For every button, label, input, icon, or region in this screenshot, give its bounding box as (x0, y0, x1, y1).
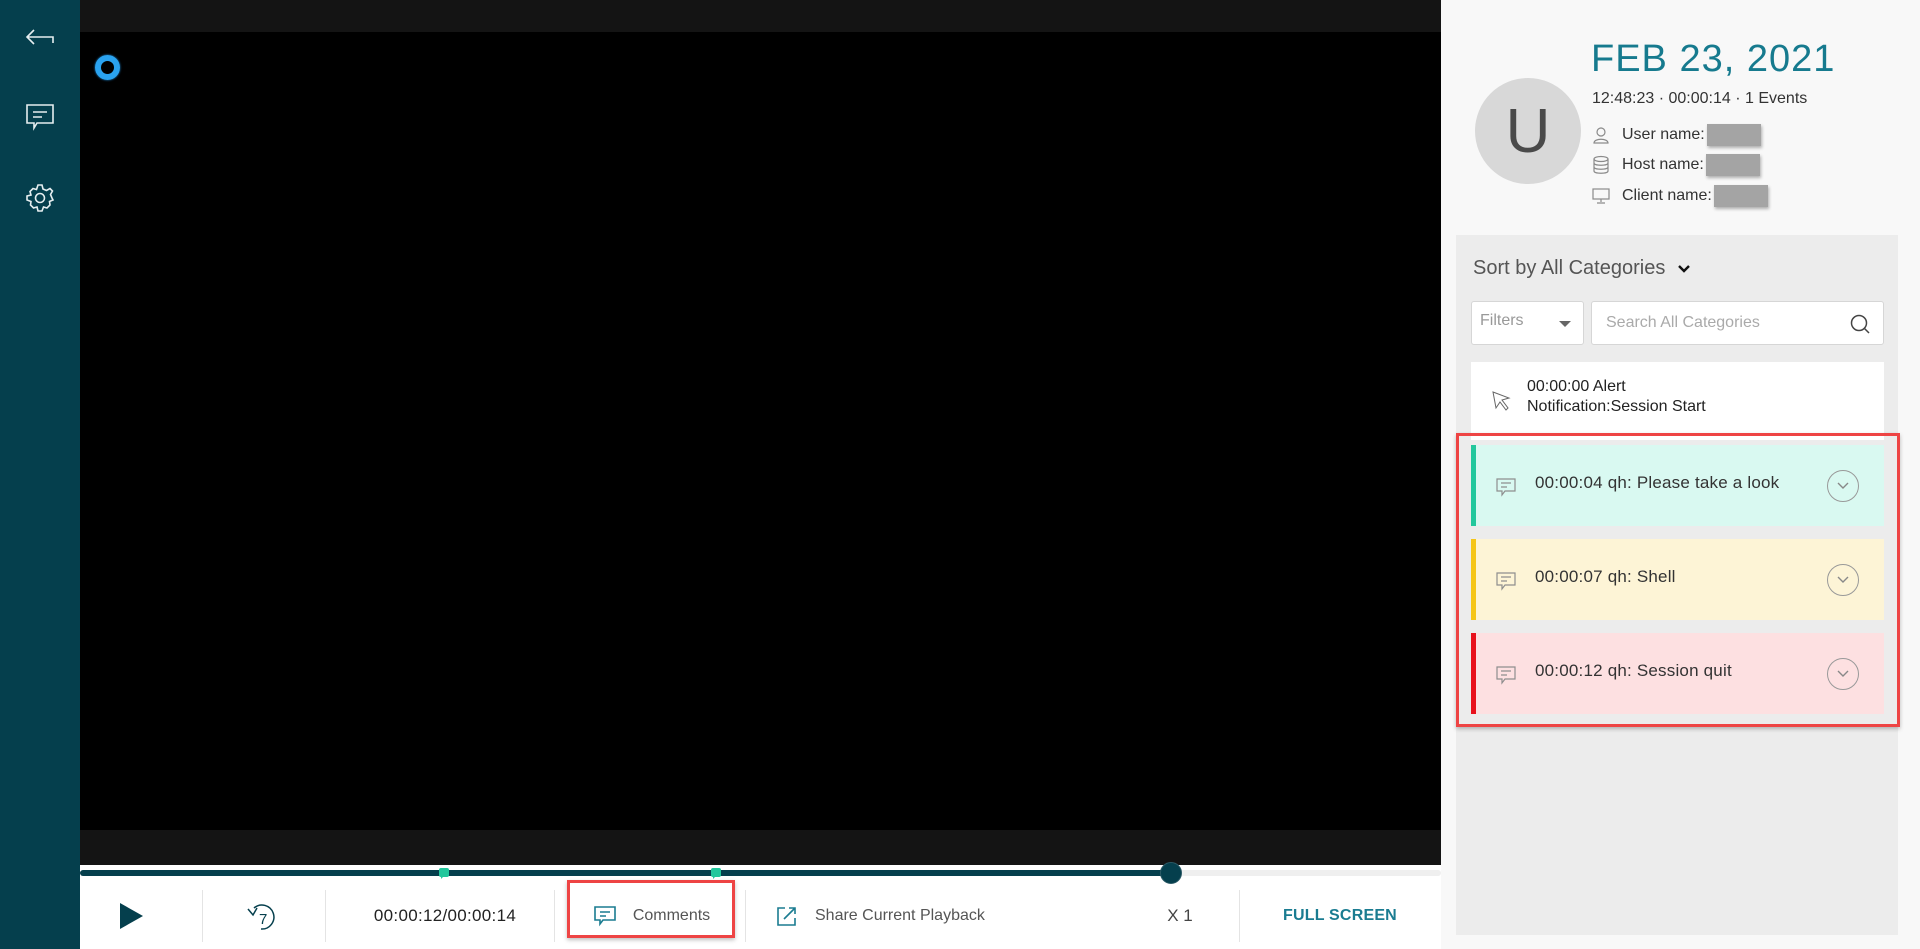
sort-dropdown[interactable]: Sort by All Categories (1473, 257, 1691, 280)
caret-down-icon (1559, 321, 1571, 327)
play-icon (120, 902, 143, 929)
playback-timeline[interactable] (80, 862, 1441, 884)
sort-label: Sort by All Categories (1473, 257, 1666, 279)
share-icon (777, 906, 796, 926)
comment-text: 00:00:07 qh: Shell (1535, 567, 1676, 586)
divider (554, 890, 555, 942)
playback-controls: 7 00:00:12/00:00:14 Comments Share Curre… (80, 880, 1441, 949)
divider (745, 890, 746, 942)
chevron-down-icon (1837, 670, 1849, 677)
expand-comment-button[interactable] (1827, 470, 1859, 502)
comment-icon (1496, 478, 1516, 497)
comment-icon (1496, 572, 1516, 591)
chevron-down-icon (1837, 576, 1849, 583)
avatar: U (1475, 78, 1581, 184)
comment-marker[interactable] (439, 868, 449, 879)
cursor-icon (1492, 391, 1511, 411)
video-top-bar (80, 0, 1441, 32)
expand-comment-button[interactable] (1827, 658, 1859, 690)
divider (1239, 890, 1240, 942)
comment-severity-bar (1471, 633, 1476, 714)
event-item[interactable]: 00:00:00 Alert Notification:Session Star… (1471, 362, 1884, 440)
session-date: FEB 23, 2021 (1591, 38, 1836, 80)
settings-button[interactable] (20, 178, 60, 218)
speed-button[interactable]: X 1 (1150, 882, 1210, 949)
redacted-user-name (1706, 124, 1761, 146)
fullscreen-label: FULL SCREEN (1283, 906, 1397, 924)
speed-label: X 1 (1167, 905, 1193, 925)
filters-dropdown[interactable]: Filters (1471, 301, 1584, 345)
host-name-label: Host name: (1622, 156, 1704, 173)
chevron-down-icon (1678, 264, 1691, 273)
svg-text:7: 7 (259, 911, 267, 928)
loading-spinner-icon (95, 55, 120, 80)
comment-text: 00:00:12 qh: Session quit (1535, 661, 1732, 680)
comment-item[interactable]: 00:00:12 qh: Session quit (1471, 633, 1884, 714)
share-playback-button[interactable]: Share Current Playback (775, 882, 1025, 949)
user-icon (1593, 127, 1609, 144)
client-name-label: Client name: (1622, 187, 1712, 204)
event-detail: Notification:Session Start (1527, 398, 1706, 415)
share-label: Share Current Playback (815, 906, 985, 924)
gear-icon (26, 184, 55, 212)
event-title: 00:00:00 Alert (1527, 378, 1626, 395)
time-display-text: 00:00:12/00:00:14 (373, 905, 517, 925)
divider (202, 890, 203, 942)
filters-label: Filters (1480, 312, 1524, 329)
back-arrow-icon (25, 29, 54, 45)
rewind-icon: 7 (247, 903, 275, 930)
comment-marker[interactable] (711, 868, 721, 879)
divider (325, 890, 326, 942)
redacted-host-name (1705, 154, 1760, 176)
search-box (1591, 301, 1884, 345)
user-name-label: User name: (1622, 126, 1705, 143)
session-meta: 12:48:23 · 00:00:14 · 1 Events (1592, 90, 1808, 107)
playback-player: 7 00:00:12/00:00:14 Comments Share Curre… (80, 0, 1441, 949)
search-input[interactable] (1592, 302, 1832, 344)
events-panel: Sort by All Categories Filters 00:00:00 … (1456, 235, 1900, 935)
session-playback-page: 7 00:00:12/00:00:14 Comments Share Curre… (0, 0, 1920, 949)
comment-severity-bar (1471, 445, 1476, 526)
comment-text: 00:00:04 qh: Please take a look (1535, 473, 1780, 492)
back-button[interactable] (20, 18, 60, 58)
comment-icon (1496, 666, 1516, 685)
host-name-row: Host name: (1592, 154, 1760, 176)
session-side-panel: U FEB 23, 2021 12:48:23 · 00:00:14 · 1 E… (1441, 0, 1920, 949)
comment-icon (594, 905, 616, 926)
play-button[interactable] (100, 882, 162, 949)
fullscreen-button[interactable]: FULL SCREEN (1260, 882, 1420, 949)
expand-comment-button[interactable] (1827, 564, 1859, 596)
comment-item[interactable]: 00:00:07 qh: Shell (1471, 539, 1884, 620)
rewind-button[interactable]: 7 (230, 882, 290, 949)
timeline-thumb[interactable] (1160, 862, 1182, 884)
left-nav (0, 0, 80, 949)
comments-button[interactable]: Comments (570, 882, 733, 949)
comments-nav-button[interactable] (20, 97, 60, 137)
monitor-icon (1592, 188, 1610, 204)
time-display: 00:00:12/00:00:14 (340, 882, 550, 949)
comment-item[interactable]: 00:00:04 qh: Please take a look (1471, 445, 1884, 526)
client-name-row: Client name: (1592, 185, 1768, 207)
timeline-progress (80, 870, 1171, 876)
search-icon[interactable] (1849, 313, 1871, 335)
event-text: 00:00:00 Alert Notification:Session Star… (1527, 377, 1706, 417)
database-icon (1593, 155, 1609, 174)
redacted-client-name (1713, 185, 1768, 207)
video-canvas[interactable] (80, 32, 1441, 830)
user-name-row: User name: (1592, 124, 1761, 146)
video-bottom-bar (80, 830, 1441, 865)
comments-label: Comments (632, 906, 711, 924)
comment-icon (26, 104, 54, 131)
comment-severity-bar (1471, 539, 1476, 620)
chevron-down-icon (1837, 482, 1849, 489)
